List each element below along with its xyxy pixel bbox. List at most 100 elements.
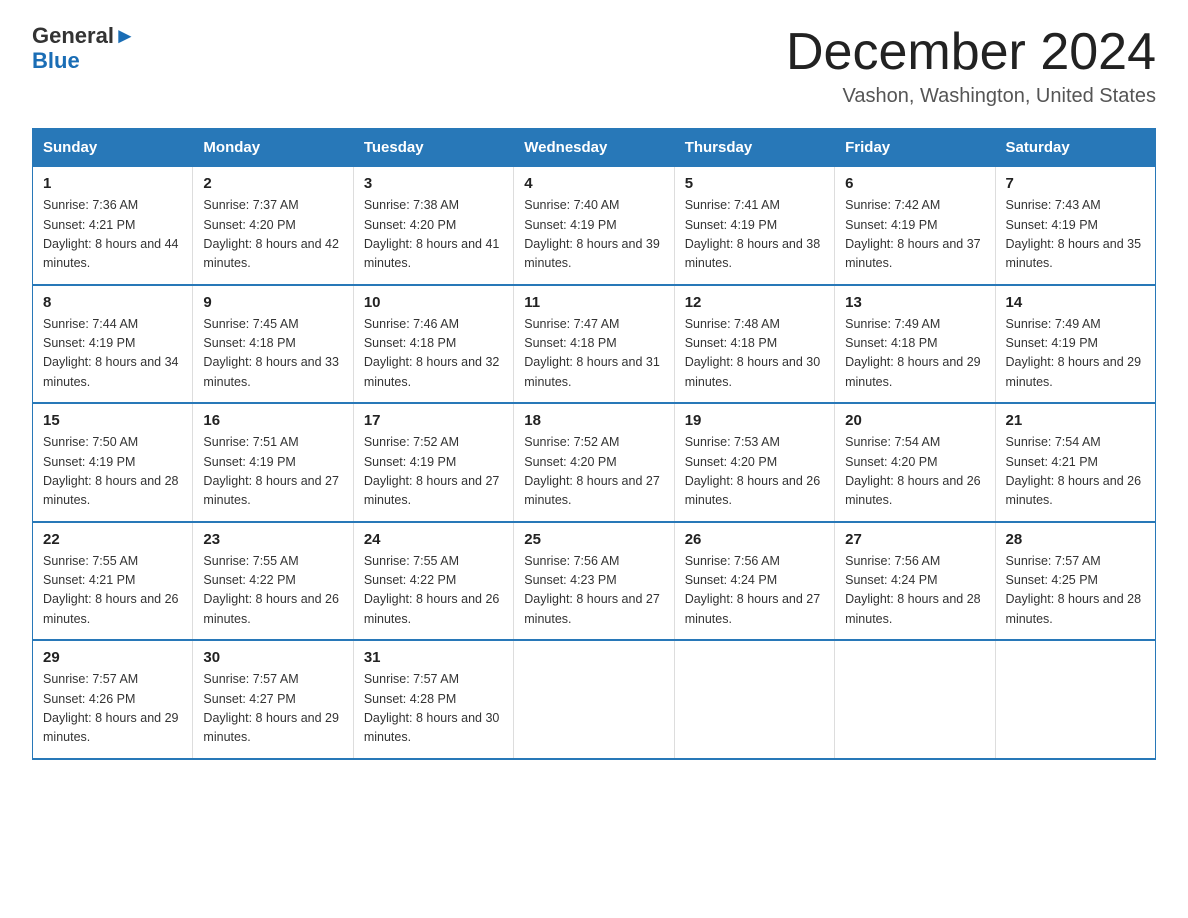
- table-row: 18 Sunrise: 7:52 AMSunset: 4:20 PMDaylig…: [514, 403, 674, 522]
- table-row: 25 Sunrise: 7:56 AMSunset: 4:23 PMDaylig…: [514, 522, 674, 641]
- table-row: 30 Sunrise: 7:57 AMSunset: 4:27 PMDaylig…: [193, 640, 353, 759]
- calendar-table: Sunday Monday Tuesday Wednesday Thursday…: [32, 128, 1156, 760]
- day-info: Sunrise: 7:51 AMSunset: 4:19 PMDaylight:…: [203, 433, 342, 511]
- day-info: Sunrise: 7:43 AMSunset: 4:19 PMDaylight:…: [1006, 196, 1145, 274]
- day-info: Sunrise: 7:57 AMSunset: 4:26 PMDaylight:…: [43, 670, 182, 748]
- table-row: 15 Sunrise: 7:50 AMSunset: 4:19 PMDaylig…: [33, 403, 193, 522]
- day-number: 19: [685, 412, 824, 429]
- day-number: 3: [364, 175, 503, 192]
- table-row: 9 Sunrise: 7:45 AMSunset: 4:18 PMDayligh…: [193, 285, 353, 404]
- day-info: Sunrise: 7:48 AMSunset: 4:18 PMDaylight:…: [685, 315, 824, 393]
- col-saturday: Saturday: [995, 129, 1155, 167]
- day-info: Sunrise: 7:55 AMSunset: 4:22 PMDaylight:…: [203, 552, 342, 630]
- calendar-week-row: 15 Sunrise: 7:50 AMSunset: 4:19 PMDaylig…: [33, 403, 1156, 522]
- table-row: 28 Sunrise: 7:57 AMSunset: 4:25 PMDaylig…: [995, 522, 1155, 641]
- day-number: 1: [43, 175, 182, 192]
- day-number: 15: [43, 412, 182, 429]
- day-number: 14: [1006, 294, 1145, 311]
- day-number: 9: [203, 294, 342, 311]
- day-number: 17: [364, 412, 503, 429]
- table-row: 4 Sunrise: 7:40 AMSunset: 4:19 PMDayligh…: [514, 167, 674, 285]
- day-number: 18: [524, 412, 663, 429]
- table-row: 11 Sunrise: 7:47 AMSunset: 4:18 PMDaylig…: [514, 285, 674, 404]
- table-row: 5 Sunrise: 7:41 AMSunset: 4:19 PMDayligh…: [674, 167, 834, 285]
- day-info: Sunrise: 7:44 AMSunset: 4:19 PMDaylight:…: [43, 315, 182, 393]
- col-thursday: Thursday: [674, 129, 834, 167]
- logo-general-text: General►: [32, 24, 136, 48]
- day-info: Sunrise: 7:49 AMSunset: 4:19 PMDaylight:…: [1006, 315, 1145, 393]
- day-number: 21: [1006, 412, 1145, 429]
- table-row: 8 Sunrise: 7:44 AMSunset: 4:19 PMDayligh…: [33, 285, 193, 404]
- table-row: [514, 640, 674, 759]
- logo-blue-text: Blue: [32, 48, 80, 74]
- day-info: Sunrise: 7:41 AMSunset: 4:19 PMDaylight:…: [685, 196, 824, 274]
- day-info: Sunrise: 7:55 AMSunset: 4:21 PMDaylight:…: [43, 552, 182, 630]
- day-info: Sunrise: 7:52 AMSunset: 4:19 PMDaylight:…: [364, 433, 503, 511]
- col-friday: Friday: [835, 129, 995, 167]
- col-sunday: Sunday: [33, 129, 193, 167]
- day-info: Sunrise: 7:57 AMSunset: 4:28 PMDaylight:…: [364, 670, 503, 748]
- day-number: 23: [203, 531, 342, 548]
- day-info: Sunrise: 7:52 AMSunset: 4:20 PMDaylight:…: [524, 433, 663, 511]
- day-number: 16: [203, 412, 342, 429]
- day-info: Sunrise: 7:55 AMSunset: 4:22 PMDaylight:…: [364, 552, 503, 630]
- day-info: Sunrise: 7:50 AMSunset: 4:19 PMDaylight:…: [43, 433, 182, 511]
- calendar-week-row: 29 Sunrise: 7:57 AMSunset: 4:26 PMDaylig…: [33, 640, 1156, 759]
- table-row: 17 Sunrise: 7:52 AMSunset: 4:19 PMDaylig…: [353, 403, 513, 522]
- day-number: 27: [845, 531, 984, 548]
- col-monday: Monday: [193, 129, 353, 167]
- day-info: Sunrise: 7:54 AMSunset: 4:20 PMDaylight:…: [845, 433, 984, 511]
- calendar-week-row: 22 Sunrise: 7:55 AMSunset: 4:21 PMDaylig…: [33, 522, 1156, 641]
- col-wednesday: Wednesday: [514, 129, 674, 167]
- day-number: 25: [524, 531, 663, 548]
- day-info: Sunrise: 7:45 AMSunset: 4:18 PMDaylight:…: [203, 315, 342, 393]
- day-info: Sunrise: 7:49 AMSunset: 4:18 PMDaylight:…: [845, 315, 984, 393]
- table-row: 2 Sunrise: 7:37 AMSunset: 4:20 PMDayligh…: [193, 167, 353, 285]
- day-info: Sunrise: 7:37 AMSunset: 4:20 PMDaylight:…: [203, 196, 342, 274]
- title-block: December 2024 Vashon, Washington, United…: [786, 24, 1156, 108]
- day-info: Sunrise: 7:42 AMSunset: 4:19 PMDaylight:…: [845, 196, 984, 274]
- table-row: 26 Sunrise: 7:56 AMSunset: 4:24 PMDaylig…: [674, 522, 834, 641]
- day-number: 28: [1006, 531, 1145, 548]
- table-row: 21 Sunrise: 7:54 AMSunset: 4:21 PMDaylig…: [995, 403, 1155, 522]
- day-info: Sunrise: 7:40 AMSunset: 4:19 PMDaylight:…: [524, 196, 663, 274]
- table-row: 29 Sunrise: 7:57 AMSunset: 4:26 PMDaylig…: [33, 640, 193, 759]
- col-tuesday: Tuesday: [353, 129, 513, 167]
- table-row: 31 Sunrise: 7:57 AMSunset: 4:28 PMDaylig…: [353, 640, 513, 759]
- day-number: 24: [364, 531, 503, 548]
- month-title: December 2024: [786, 24, 1156, 81]
- table-row: 19 Sunrise: 7:53 AMSunset: 4:20 PMDaylig…: [674, 403, 834, 522]
- day-number: 30: [203, 649, 342, 666]
- table-row: [995, 640, 1155, 759]
- day-number: 10: [364, 294, 503, 311]
- day-number: 29: [43, 649, 182, 666]
- day-info: Sunrise: 7:56 AMSunset: 4:24 PMDaylight:…: [685, 552, 824, 630]
- calendar-header-row: Sunday Monday Tuesday Wednesday Thursday…: [33, 129, 1156, 167]
- table-row: 6 Sunrise: 7:42 AMSunset: 4:19 PMDayligh…: [835, 167, 995, 285]
- table-row: 10 Sunrise: 7:46 AMSunset: 4:18 PMDaylig…: [353, 285, 513, 404]
- table-row: 20 Sunrise: 7:54 AMSunset: 4:20 PMDaylig…: [835, 403, 995, 522]
- table-row: 7 Sunrise: 7:43 AMSunset: 4:19 PMDayligh…: [995, 167, 1155, 285]
- day-number: 5: [685, 175, 824, 192]
- day-number: 2: [203, 175, 342, 192]
- calendar-week-row: 1 Sunrise: 7:36 AMSunset: 4:21 PMDayligh…: [33, 167, 1156, 285]
- day-number: 12: [685, 294, 824, 311]
- day-info: Sunrise: 7:53 AMSunset: 4:20 PMDaylight:…: [685, 433, 824, 511]
- day-number: 22: [43, 531, 182, 548]
- day-info: Sunrise: 7:57 AMSunset: 4:27 PMDaylight:…: [203, 670, 342, 748]
- table-row: 13 Sunrise: 7:49 AMSunset: 4:18 PMDaylig…: [835, 285, 995, 404]
- table-row: 3 Sunrise: 7:38 AMSunset: 4:20 PMDayligh…: [353, 167, 513, 285]
- day-info: Sunrise: 7:56 AMSunset: 4:23 PMDaylight:…: [524, 552, 663, 630]
- table-row: 14 Sunrise: 7:49 AMSunset: 4:19 PMDaylig…: [995, 285, 1155, 404]
- day-info: Sunrise: 7:36 AMSunset: 4:21 PMDaylight:…: [43, 196, 182, 274]
- table-row: 1 Sunrise: 7:36 AMSunset: 4:21 PMDayligh…: [33, 167, 193, 285]
- day-number: 6: [845, 175, 984, 192]
- location-subtitle: Vashon, Washington, United States: [786, 85, 1156, 108]
- day-info: Sunrise: 7:47 AMSunset: 4:18 PMDaylight:…: [524, 315, 663, 393]
- table-row: 23 Sunrise: 7:55 AMSunset: 4:22 PMDaylig…: [193, 522, 353, 641]
- day-info: Sunrise: 7:54 AMSunset: 4:21 PMDaylight:…: [1006, 433, 1145, 511]
- day-info: Sunrise: 7:38 AMSunset: 4:20 PMDaylight:…: [364, 196, 503, 274]
- page-header: General► Blue December 2024 Vashon, Wash…: [32, 24, 1156, 108]
- day-number: 4: [524, 175, 663, 192]
- day-number: 7: [1006, 175, 1145, 192]
